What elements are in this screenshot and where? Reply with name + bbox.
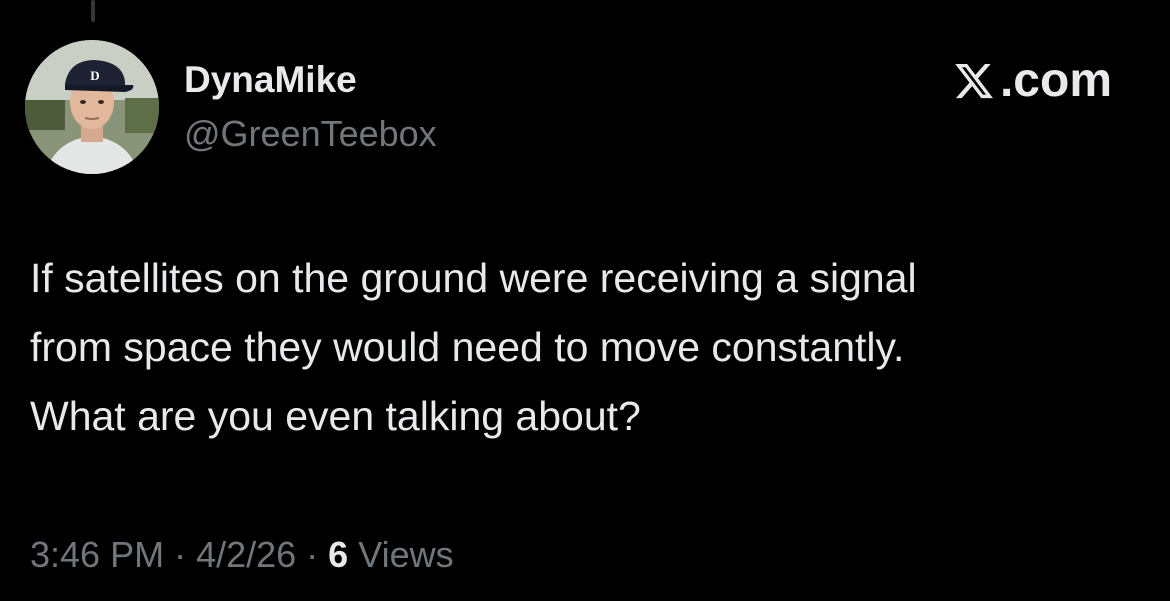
- user-avatar-icon: D: [25, 40, 159, 174]
- tweet-time[interactable]: 3:46 PM: [30, 534, 164, 575]
- views-label[interactable]: Views: [358, 534, 453, 575]
- views-count[interactable]: 6: [328, 534, 348, 575]
- author-handle[interactable]: @GreenTeebox: [184, 112, 437, 156]
- tweet-metadata: 3:46 PM · 4/2/26 · 6 Views: [30, 531, 454, 579]
- svg-text:D: D: [90, 68, 99, 83]
- brand-watermark: .com: [952, 53, 1112, 109]
- tweet-text-line: What are you even talking about?: [30, 393, 641, 439]
- thread-connector-line: [91, 0, 95, 22]
- author-display-name[interactable]: DynaMike: [184, 58, 357, 102]
- brand-domain-label: .com: [999, 54, 1112, 107]
- meta-separator: ·: [174, 534, 187, 575]
- x-logo-icon: [955, 63, 993, 99]
- tweet-text-line: from space they would need to move const…: [30, 324, 905, 370]
- tweet-text-line: If satellites on the ground were receivi…: [30, 255, 917, 301]
- avatar[interactable]: D: [25, 40, 159, 174]
- tweet-body: If satellites on the ground were receivi…: [30, 244, 1150, 451]
- tweet-date[interactable]: 4/2/26: [196, 534, 296, 575]
- meta-separator: ·: [306, 534, 319, 575]
